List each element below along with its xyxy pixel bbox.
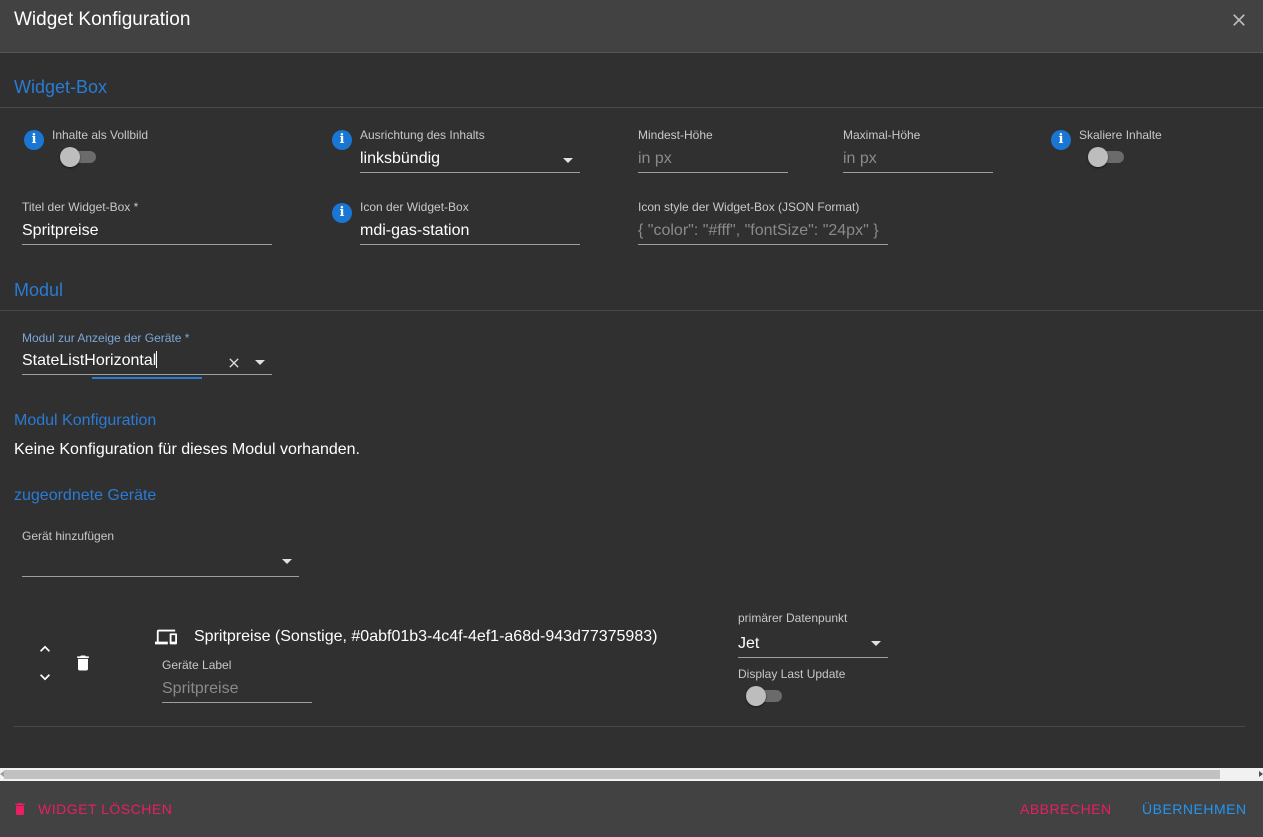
primary-datapoint-value: Jet xyxy=(738,635,760,652)
toggle-thumb xyxy=(746,686,766,706)
alignment-value: linksbündig xyxy=(360,150,441,167)
focus-underline xyxy=(92,377,202,379)
alignment-label: Ausrichtung des Inhalts xyxy=(360,128,485,142)
dialog-body: Widget-Box i Inhalte als Vollbild i Ausr… xyxy=(0,53,1263,768)
max-height-input[interactable]: in px xyxy=(843,147,993,173)
add-device-label: Gerät hinzufügen xyxy=(22,529,115,543)
trash-icon[interactable] xyxy=(73,652,93,674)
cancel-button[interactable]: Abbrechen xyxy=(1020,801,1112,817)
section-title-widget-box: Widget-Box xyxy=(14,77,108,97)
scroll-right-icon[interactable] xyxy=(1259,771,1263,777)
max-height-label: Maximal-Höhe xyxy=(843,128,921,142)
module-config-empty: Keine Konfiguration für dieses Modul vor… xyxy=(14,441,360,458)
alignment-select[interactable]: linksbündig xyxy=(360,147,580,173)
info-icon[interactable]: i xyxy=(1051,130,1071,150)
module-select-label-text: Modul zur Anzeige der Geräte xyxy=(22,331,182,345)
min-height-label: Mindest-Höhe xyxy=(638,128,713,142)
required-mark: * xyxy=(184,331,190,345)
min-height-input[interactable]: in px xyxy=(638,147,788,173)
section-title-modul: Modul xyxy=(14,280,64,300)
close-icon[interactable] xyxy=(1229,10,1249,30)
section-divider xyxy=(0,310,1263,311)
icon-style-label: Icon style der Widget-Box (JSON Format) xyxy=(638,200,860,214)
fullscreen-toggle[interactable] xyxy=(60,147,98,167)
widget-icon-input[interactable]: mdi-gas-station xyxy=(360,219,580,245)
chevron-down-icon[interactable] xyxy=(563,158,573,163)
icon-style-input[interactable]: { "color": "#fff", "fontSize": "24px" } xyxy=(638,219,888,245)
module-select-label: Modul zur Anzeige der Geräte * xyxy=(22,331,189,345)
device-label-label: Geräte Label xyxy=(162,658,232,672)
toggle-thumb xyxy=(1088,147,1108,167)
horizontal-scrollbar[interactable] xyxy=(0,768,1263,781)
info-icon[interactable]: i xyxy=(332,130,352,150)
device-label-input[interactable]: Spritpreise xyxy=(162,677,312,703)
devices-icon xyxy=(155,629,177,645)
info-icon[interactable]: i xyxy=(332,203,352,223)
dialog-header: Widget Konfiguration xyxy=(0,0,1263,53)
last-update-toggle[interactable] xyxy=(746,686,784,706)
chevron-down-icon[interactable] xyxy=(871,641,881,646)
primary-datapoint-select[interactable]: Jet xyxy=(738,632,888,658)
device-name: Spritpreise (Sonstige, #0abf01b3-4c4f-4e… xyxy=(194,628,658,645)
text-cursor xyxy=(156,351,158,368)
dialog-title: Widget Konfiguration xyxy=(14,9,191,30)
clear-icon[interactable] xyxy=(226,355,242,371)
chevron-down-icon[interactable] xyxy=(282,559,292,564)
chevron-down-icon[interactable] xyxy=(255,360,265,365)
widget-icon-label: Icon der Widget-Box xyxy=(360,200,469,214)
scale-toggle[interactable] xyxy=(1088,147,1126,167)
dialog-footer: Widget löschen Abbrechen Übernehmen xyxy=(0,781,1263,837)
scrollbar-thumb[interactable] xyxy=(4,770,1220,779)
assigned-devices-title: zugeordnete Geräte xyxy=(14,487,157,504)
delete-widget-button[interactable]: Widget löschen xyxy=(12,801,172,817)
apply-button[interactable]: Übernehmen xyxy=(1142,801,1247,817)
chevron-up-icon[interactable] xyxy=(35,639,55,659)
device-divider xyxy=(14,726,1245,727)
primary-datapoint-label: primärer Datenpunkt xyxy=(738,611,848,625)
module-select-value: StateListHorizontal xyxy=(22,352,157,369)
widget-title-label: Titel der Widget-Box * xyxy=(22,200,138,214)
info-icon[interactable]: i xyxy=(24,130,44,150)
module-config-title: Modul Konfiguration xyxy=(14,412,157,429)
widget-title-label-text: Titel der Widget-Box xyxy=(22,200,131,214)
fullscreen-label: Inhalte als Vollbild xyxy=(52,128,149,142)
add-device-select[interactable] xyxy=(22,551,299,577)
section-divider xyxy=(0,107,1263,108)
widget-title-input[interactable]: Spritpreise xyxy=(22,219,272,245)
toggle-thumb xyxy=(60,147,80,167)
scale-label: Skaliere Inhalte xyxy=(1079,128,1162,142)
delete-widget-label: Widget löschen xyxy=(38,801,173,817)
trash-icon xyxy=(15,803,25,815)
required-mark: * xyxy=(133,200,139,214)
last-update-label: Display Last Update xyxy=(738,667,846,681)
chevron-down-icon[interactable] xyxy=(35,667,55,687)
